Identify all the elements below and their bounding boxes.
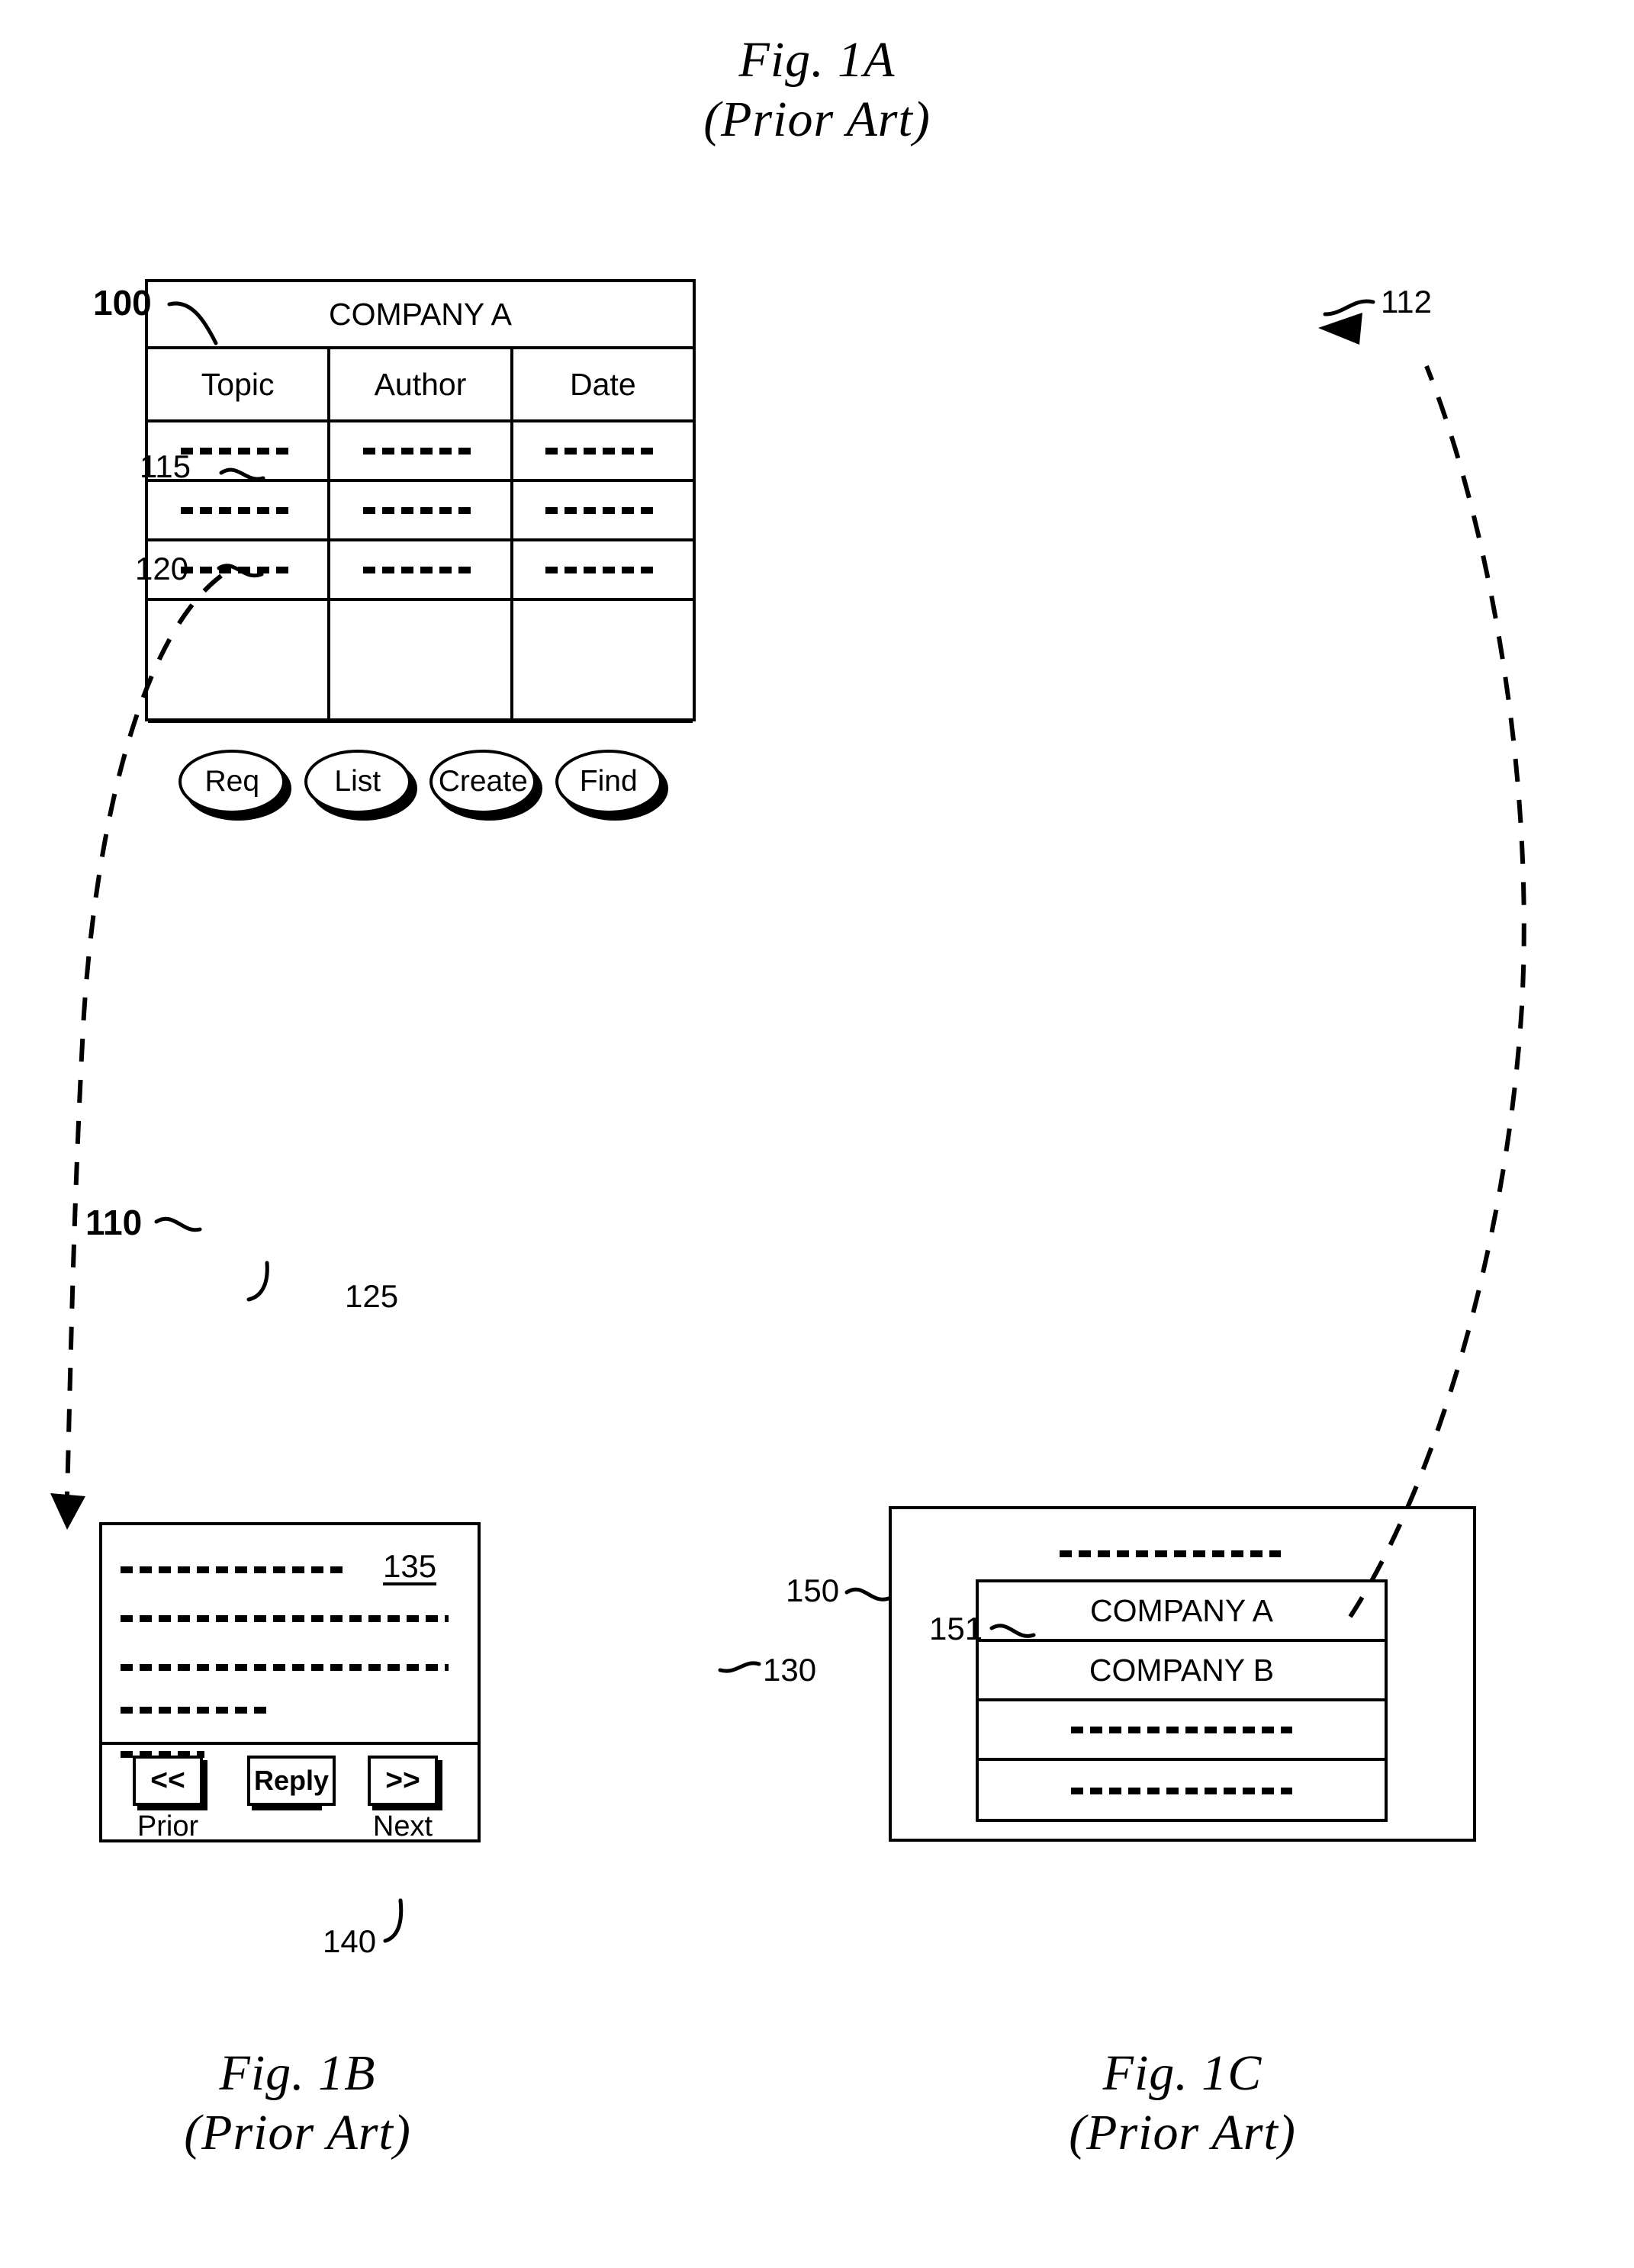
cell-date[interactable] xyxy=(513,541,693,598)
fig1c-caption: Fig. 1C (Prior Art) xyxy=(1022,2044,1343,2163)
next-button-caption: Next xyxy=(372,1810,433,1842)
next-button[interactable]: >> xyxy=(368,1756,442,1810)
req-button[interactable]: Req xyxy=(179,750,292,821)
arrowhead-to-fig1a xyxy=(1318,313,1362,345)
fig1c-header-dashes xyxy=(1060,1550,1281,1557)
fig1a-button-bar: Req List Create Find xyxy=(148,723,693,840)
message-link-135[interactable]: 135 xyxy=(383,1548,436,1585)
fig1b-message-body: 135 xyxy=(102,1525,478,1758)
cell-author[interactable] xyxy=(330,422,513,479)
reference-numeral-112: 112 xyxy=(1381,284,1432,320)
list-button[interactable]: List xyxy=(304,750,417,821)
fig1a-column-header-row: Topic Author Date xyxy=(148,349,693,422)
fig1b-caption-line2: (Prior Art) xyxy=(184,2104,411,2160)
cell-author[interactable] xyxy=(330,482,513,538)
placeholder-dashes xyxy=(545,566,661,573)
arrowhead-to-fig1b xyxy=(50,1493,85,1530)
fig1c-caption-line1: Fig. 1C xyxy=(1102,2045,1262,2101)
create-button[interactable]: Create xyxy=(429,750,543,821)
leader-110 xyxy=(154,1216,202,1232)
cell-date-empty xyxy=(513,601,693,720)
reference-numeral-151: 151 xyxy=(929,1611,983,1646)
reference-numeral-140: 140 xyxy=(323,1923,377,1959)
message-line xyxy=(121,1707,267,1714)
reference-numeral-150: 150 xyxy=(786,1573,840,1608)
placeholder-dashes xyxy=(1071,1726,1292,1733)
reference-numeral-115: 115 xyxy=(140,448,191,484)
leader-112 xyxy=(1323,299,1375,316)
leader-130 xyxy=(718,1661,761,1673)
leader-150 xyxy=(844,1587,891,1601)
placeholder-dashes xyxy=(545,447,661,455)
table-row[interactable] xyxy=(148,541,693,601)
column-header-date[interactable]: Date xyxy=(513,349,693,419)
fig1b-caption: Fig. 1B (Prior Art) xyxy=(137,2044,458,2163)
fig1b-message-window: 135 << Prior Reply >> Next xyxy=(99,1522,481,1842)
placeholder-dashes xyxy=(362,506,478,514)
reference-numeral-100: 100 xyxy=(93,283,152,323)
fig1b-button-bar: << Prior Reply >> Next xyxy=(102,1745,478,1842)
next-button-glyph[interactable]: >> xyxy=(368,1756,438,1806)
reply-button[interactable]: Reply xyxy=(247,1756,336,1810)
req-button-label[interactable]: Req xyxy=(179,750,286,814)
message-line xyxy=(121,1615,449,1622)
list-item[interactable] xyxy=(979,1761,1385,1820)
placeholder-dashes xyxy=(1071,1787,1292,1794)
list-button-label[interactable]: List xyxy=(304,750,411,814)
leader-140 xyxy=(383,1898,404,1943)
fig1c-caption-line2: (Prior Art) xyxy=(1069,2104,1296,2160)
reference-numeral-120: 120 xyxy=(135,551,189,586)
placeholder-dashes xyxy=(180,506,295,514)
create-button-label[interactable]: Create xyxy=(429,750,537,814)
table-empty-row xyxy=(148,601,693,723)
list-item[interactable]: COMPANY B xyxy=(979,1642,1385,1701)
find-button-label[interactable]: Find xyxy=(555,750,662,814)
column-header-topic[interactable]: Topic xyxy=(148,349,331,419)
fig1a-caption-line2: (Prior Art) xyxy=(703,91,931,147)
list-item[interactable]: COMPANY A xyxy=(979,1582,1385,1642)
leader-125 xyxy=(246,1261,269,1302)
reference-numeral-125: 125 xyxy=(345,1278,399,1314)
fig1a-application-window: COMPANY A Topic Author Date Req List Cre… xyxy=(145,279,696,821)
list-item[interactable] xyxy=(979,1701,1385,1761)
placeholder-dashes xyxy=(180,566,295,573)
placeholder-dashes xyxy=(180,447,295,455)
prior-button[interactable]: << xyxy=(133,1756,207,1810)
reference-numeral-110: 110 xyxy=(85,1203,143,1242)
placeholder-dashes xyxy=(362,566,478,573)
cell-date[interactable] xyxy=(513,482,693,538)
prior-button-glyph[interactable]: << xyxy=(133,1756,203,1806)
message-line xyxy=(121,1664,449,1671)
column-header-author[interactable]: Author xyxy=(330,349,513,419)
reply-button-label[interactable]: Reply xyxy=(247,1756,336,1806)
cell-topic[interactable] xyxy=(148,482,331,538)
list-item-label: COMPANY A xyxy=(1090,1592,1273,1628)
cell-date[interactable] xyxy=(513,422,693,479)
flow-arrow-1c-to-1a xyxy=(1348,365,1526,1618)
fig1b-caption-line1: Fig. 1B xyxy=(219,2045,376,2101)
table-row[interactable] xyxy=(148,422,693,482)
placeholder-dashes xyxy=(545,506,661,514)
list-item-label: COMPANY B xyxy=(1089,1652,1275,1688)
fig1c-company-list: COMPANY A COMPANY B xyxy=(976,1579,1388,1822)
message-line xyxy=(121,1566,349,1573)
table-row[interactable] xyxy=(148,482,693,541)
fig1a-caption: Fig. 1A (Prior Art) xyxy=(588,31,1046,149)
prior-button-caption: Prior xyxy=(137,1810,199,1842)
find-button[interactable]: Find xyxy=(555,750,668,821)
cell-topic-empty xyxy=(148,601,331,720)
cell-author[interactable] xyxy=(330,541,513,598)
cell-author-empty xyxy=(330,601,513,720)
reference-numeral-130: 130 xyxy=(763,1652,817,1688)
placeholder-dashes xyxy=(362,447,478,455)
fig1a-title-bar: COMPANY A xyxy=(148,282,693,349)
fig1c-selection-window: COMPANY A COMPANY B xyxy=(889,1506,1476,1842)
fig1a-caption-line1: Fig. 1A xyxy=(738,32,896,88)
fig1a-company-title: COMPANY A xyxy=(329,296,512,332)
